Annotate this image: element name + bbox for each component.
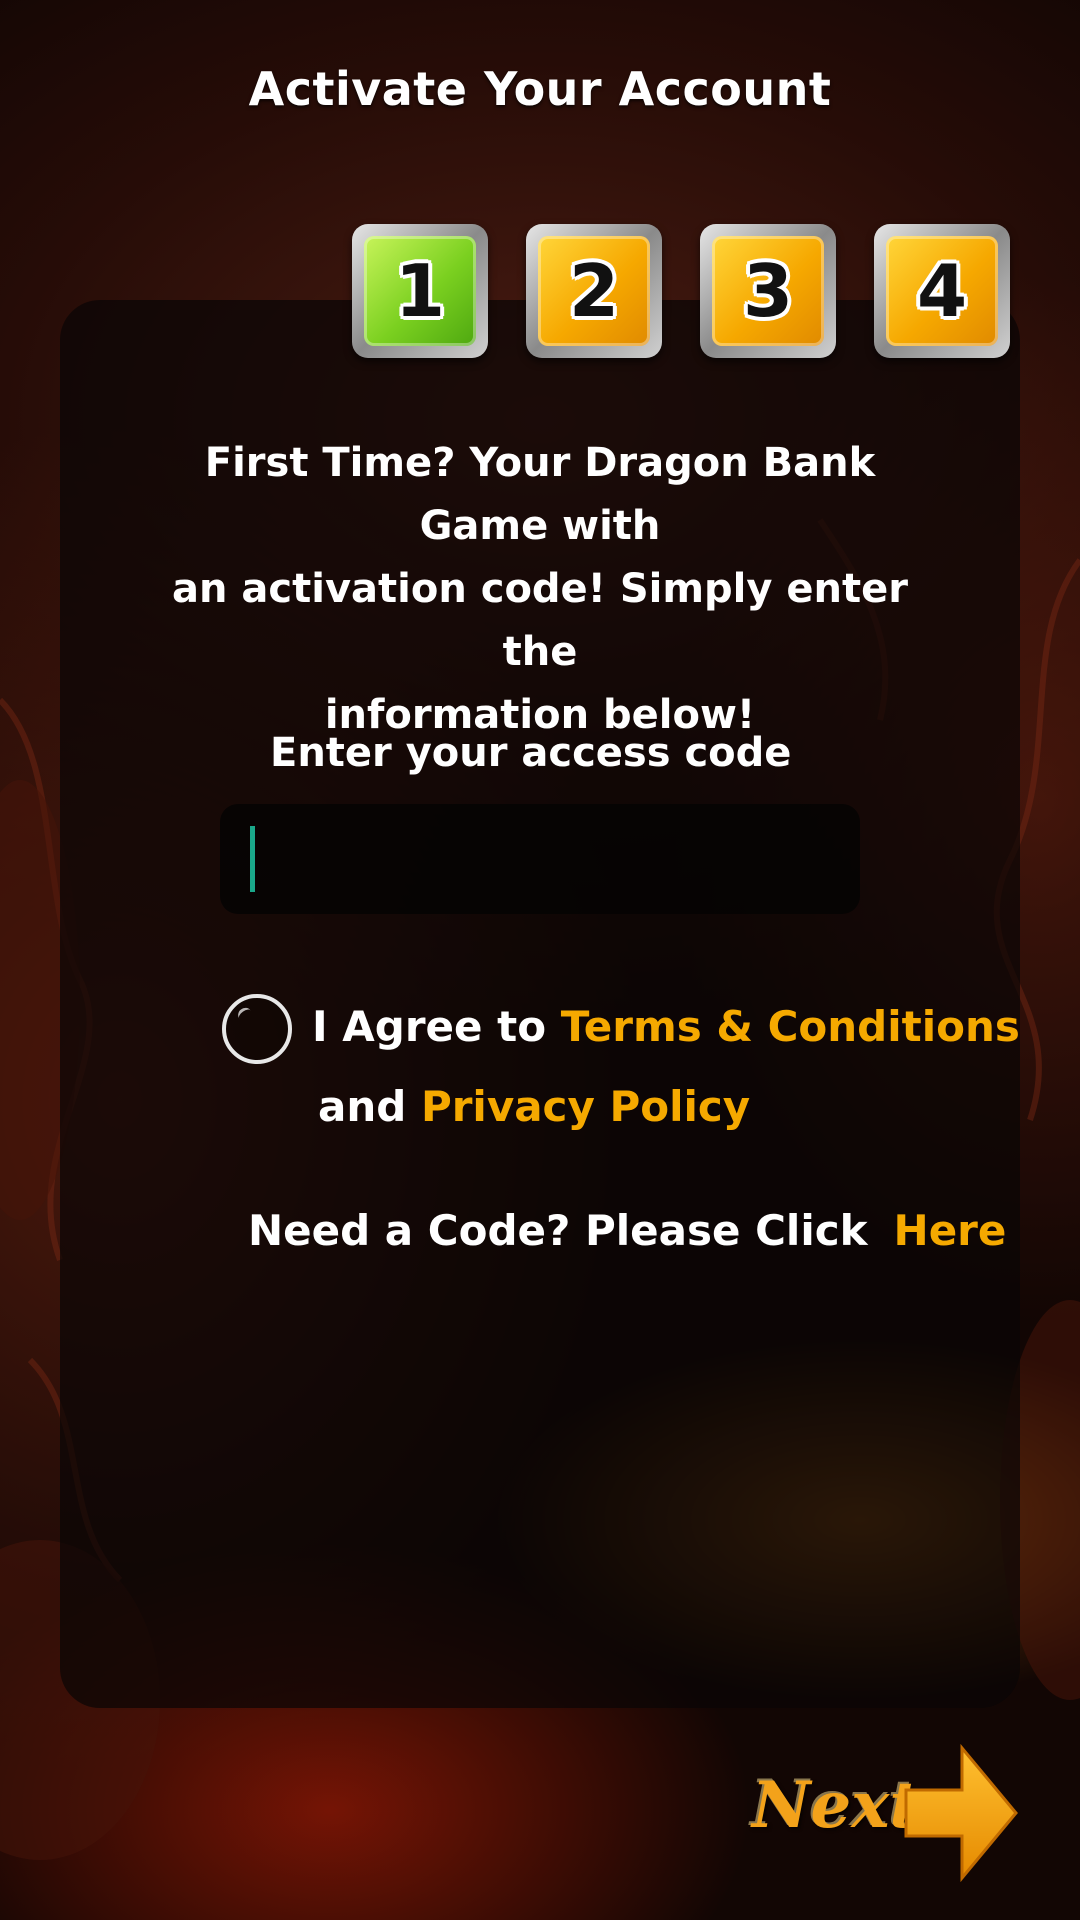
text-cursor: [250, 826, 255, 892]
intro-line: First Time? Your Dragon Bank Game with: [204, 440, 876, 549]
access-code-input[interactable]: [220, 804, 860, 914]
agreement-line-2: and Privacy Policy: [318, 1082, 750, 1131]
step-number: 1: [394, 249, 446, 333]
step-number: 4: [916, 249, 968, 333]
step-2-badge: 2: [526, 224, 662, 358]
privacy-link[interactable]: Privacy Policy: [421, 1082, 750, 1131]
step-number: 2: [568, 249, 620, 333]
step-4-badge: 4: [874, 224, 1010, 358]
step-indicator: 1 2 3 4: [352, 224, 1010, 358]
step-3-badge: 3: [700, 224, 836, 358]
agree-checkbox[interactable]: [222, 994, 292, 1064]
page-title: Activate Your Account: [248, 62, 832, 116]
next-button[interactable]: Next: [752, 1738, 1022, 1888]
next-label: Next: [752, 1768, 919, 1843]
need-code-line: Need a Code? Please Click Here: [248, 1206, 1006, 1255]
agreement-middle: and: [318, 1082, 421, 1131]
terms-link[interactable]: Terms & Conditions: [561, 1002, 1020, 1051]
arrow-right-icon: [904, 1743, 1018, 1883]
intro-line: an activation code! Simply enter the: [172, 566, 908, 675]
need-code-text: Need a Code? Please Click: [248, 1206, 868, 1255]
agreement-line-1: I Agree to Terms & Conditions: [312, 1002, 1020, 1051]
step-number: 3: [742, 249, 794, 333]
agreement-prefix: I Agree to: [312, 1002, 561, 1051]
get-code-link[interactable]: Here: [894, 1206, 1007, 1255]
intro-text: First Time? Your Dragon Bank Game with a…: [160, 432, 920, 747]
access-code-label: Enter your access code: [270, 730, 792, 776]
step-1-badge: 1: [352, 224, 488, 358]
